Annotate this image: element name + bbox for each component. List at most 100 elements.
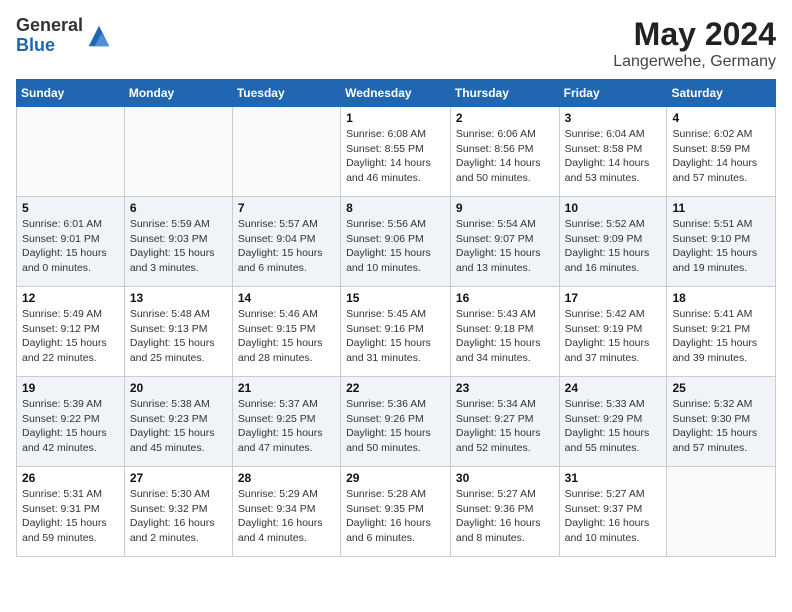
day-info: Sunrise: 5:46 AM Sunset: 9:15 PM Dayligh… bbox=[238, 307, 335, 366]
day-info: Sunrise: 6:02 AM Sunset: 8:59 PM Dayligh… bbox=[672, 127, 770, 186]
calendar-cell: 9Sunrise: 5:54 AM Sunset: 9:07 PM Daylig… bbox=[450, 197, 559, 287]
day-info: Sunrise: 6:08 AM Sunset: 8:55 PM Dayligh… bbox=[346, 127, 445, 186]
calendar-cell: 1Sunrise: 6:08 AM Sunset: 8:55 PM Daylig… bbox=[341, 107, 451, 197]
calendar-cell: 2 Sunrise: 6:06 AM Sunset: 8:56 PM Daylig… bbox=[450, 107, 559, 197]
day-number: 20 bbox=[130, 381, 227, 395]
day-info: Sunrise: 5:37 AM Sunset: 9:25 PM Dayligh… bbox=[238, 397, 335, 456]
calendar-week-row: 12Sunrise: 5:49 AM Sunset: 9:12 PM Dayli… bbox=[17, 287, 776, 377]
calendar-cell: 19 Sunrise: 5:39 AM Sunset: 9:22 PM Dayli… bbox=[17, 377, 125, 467]
calendar-cell: 18 Sunrise: 5:41 AM Sunset: 9:21 PM Dayli… bbox=[667, 287, 776, 377]
calendar-cell: 23 Sunrise: 5:34 AM Sunset: 9:27 PM Dayli… bbox=[450, 377, 559, 467]
month-title: May 2024 bbox=[613, 16, 776, 53]
day-number: 28 bbox=[238, 471, 335, 485]
day-info: Sunrise: 6:06 AM Sunset: 8:56 PM Dayligh… bbox=[456, 127, 554, 186]
calendar-cell: 29 Sunrise: 5:28 AM Sunset: 9:35 PM Dayli… bbox=[341, 467, 451, 557]
page-header: General Blue May 2024 Langerwehe, German… bbox=[16, 16, 776, 71]
day-number: 19 bbox=[22, 381, 119, 395]
day-info: Sunrise: 5:49 AM Sunset: 9:12 PM Dayligh… bbox=[22, 307, 119, 366]
calendar-cell: 25 Sunrise: 5:32 AM Sunset: 9:30 PM Dayli… bbox=[667, 377, 776, 467]
calendar-header: SundayMondayTuesdayWednesdayThursdayFrid… bbox=[17, 80, 776, 107]
day-number: 10 bbox=[565, 201, 662, 215]
day-info: Sunrise: 5:39 AM Sunset: 9:22 PM Dayligh… bbox=[22, 397, 119, 456]
calendar-cell: 27 Sunrise: 5:30 AM Sunset: 9:32 PM Dayli… bbox=[124, 467, 232, 557]
calendar-cell: 12Sunrise: 5:49 AM Sunset: 9:12 PM Dayli… bbox=[17, 287, 125, 377]
day-number: 11 bbox=[672, 201, 770, 215]
day-number: 29 bbox=[346, 471, 445, 485]
calendar-table: SundayMondayTuesdayWednesdayThursdayFrid… bbox=[16, 79, 776, 557]
day-number: 31 bbox=[565, 471, 662, 485]
day-info: Sunrise: 5:31 AM Sunset: 9:31 PM Dayligh… bbox=[22, 487, 119, 546]
calendar-cell: 14Sunrise: 5:46 AM Sunset: 9:15 PM Dayli… bbox=[232, 287, 340, 377]
calendar-cell: 5 Sunrise: 6:01 AM Sunset: 9:01 PM Daylig… bbox=[17, 197, 125, 287]
day-info: Sunrise: 5:29 AM Sunset: 9:34 PM Dayligh… bbox=[238, 487, 335, 546]
day-info: Sunrise: 5:34 AM Sunset: 9:27 PM Dayligh… bbox=[456, 397, 554, 456]
weekday-thursday: Thursday bbox=[450, 80, 559, 107]
day-info: Sunrise: 5:27 AM Sunset: 9:36 PM Dayligh… bbox=[456, 487, 554, 546]
calendar-week-row: 26Sunrise: 5:31 AM Sunset: 9:31 PM Dayli… bbox=[17, 467, 776, 557]
calendar-cell: 17 Sunrise: 5:42 AM Sunset: 9:19 PM Dayli… bbox=[559, 287, 667, 377]
calendar-cell: 3 Sunrise: 6:04 AM Sunset: 8:58 PM Daylig… bbox=[559, 107, 667, 197]
calendar-cell: 6Sunrise: 5:59 AM Sunset: 9:03 PM Daylig… bbox=[124, 197, 232, 287]
day-number: 23 bbox=[456, 381, 554, 395]
weekday-header-row: SundayMondayTuesdayWednesdayThursdayFrid… bbox=[17, 80, 776, 107]
day-number: 3 bbox=[565, 111, 662, 125]
day-number: 18 bbox=[672, 291, 770, 305]
day-info: Sunrise: 6:01 AM Sunset: 9:01 PM Dayligh… bbox=[22, 217, 119, 276]
day-info: Sunrise: 5:28 AM Sunset: 9:35 PM Dayligh… bbox=[346, 487, 445, 546]
day-number: 5 bbox=[22, 201, 119, 215]
weekday-friday: Friday bbox=[559, 80, 667, 107]
day-info: Sunrise: 5:32 AM Sunset: 9:30 PM Dayligh… bbox=[672, 397, 770, 456]
calendar-cell: 24Sunrise: 5:33 AM Sunset: 9:29 PM Dayli… bbox=[559, 377, 667, 467]
day-number: 27 bbox=[130, 471, 227, 485]
day-info: Sunrise: 5:27 AM Sunset: 9:37 PM Dayligh… bbox=[565, 487, 662, 546]
day-number: 8 bbox=[346, 201, 445, 215]
day-info: Sunrise: 5:38 AM Sunset: 9:23 PM Dayligh… bbox=[130, 397, 227, 456]
calendar-week-row: 5 Sunrise: 6:01 AM Sunset: 9:01 PM Daylig… bbox=[17, 197, 776, 287]
day-info: Sunrise: 5:41 AM Sunset: 9:21 PM Dayligh… bbox=[672, 307, 770, 366]
logo-icon bbox=[85, 22, 113, 50]
title-block: May 2024 Langerwehe, Germany bbox=[613, 16, 776, 71]
calendar-cell bbox=[667, 467, 776, 557]
day-number: 2 bbox=[456, 111, 554, 125]
calendar-week-row: 1Sunrise: 6:08 AM Sunset: 8:55 PM Daylig… bbox=[17, 107, 776, 197]
calendar-cell: 10 Sunrise: 5:52 AM Sunset: 9:09 PM Dayli… bbox=[559, 197, 667, 287]
weekday-wednesday: Wednesday bbox=[341, 80, 451, 107]
calendar-cell bbox=[232, 107, 340, 197]
calendar-cell: 16Sunrise: 5:43 AM Sunset: 9:18 PM Dayli… bbox=[450, 287, 559, 377]
day-info: Sunrise: 5:45 AM Sunset: 9:16 PM Dayligh… bbox=[346, 307, 445, 366]
calendar-body: 1Sunrise: 6:08 AM Sunset: 8:55 PM Daylig… bbox=[17, 107, 776, 557]
day-info: Sunrise: 6:04 AM Sunset: 8:58 PM Dayligh… bbox=[565, 127, 662, 186]
day-number: 4 bbox=[672, 111, 770, 125]
day-number: 21 bbox=[238, 381, 335, 395]
calendar-cell: 22Sunrise: 5:36 AM Sunset: 9:26 PM Dayli… bbox=[341, 377, 451, 467]
day-info: Sunrise: 5:56 AM Sunset: 9:06 PM Dayligh… bbox=[346, 217, 445, 276]
calendar-cell: 20 Sunrise: 5:38 AM Sunset: 9:23 PM Dayli… bbox=[124, 377, 232, 467]
logo-blue: Blue bbox=[16, 36, 83, 56]
day-number: 16 bbox=[456, 291, 554, 305]
calendar-cell: 28 Sunrise: 5:29 AM Sunset: 9:34 PM Dayli… bbox=[232, 467, 340, 557]
weekday-saturday: Saturday bbox=[667, 80, 776, 107]
calendar-week-row: 19 Sunrise: 5:39 AM Sunset: 9:22 PM Dayli… bbox=[17, 377, 776, 467]
day-info: Sunrise: 5:54 AM Sunset: 9:07 PM Dayligh… bbox=[456, 217, 554, 276]
day-info: Sunrise: 5:48 AM Sunset: 9:13 PM Dayligh… bbox=[130, 307, 227, 366]
day-number: 15 bbox=[346, 291, 445, 305]
weekday-monday: Monday bbox=[124, 80, 232, 107]
logo: General Blue bbox=[16, 16, 113, 56]
calendar-cell: 26Sunrise: 5:31 AM Sunset: 9:31 PM Dayli… bbox=[17, 467, 125, 557]
day-number: 6 bbox=[130, 201, 227, 215]
calendar-cell: 11 Sunrise: 5:51 AM Sunset: 9:10 PM Dayli… bbox=[667, 197, 776, 287]
logo-general: General bbox=[16, 16, 83, 36]
weekday-tuesday: Tuesday bbox=[232, 80, 340, 107]
calendar-cell: 13Sunrise: 5:48 AM Sunset: 9:13 PM Dayli… bbox=[124, 287, 232, 377]
day-info: Sunrise: 5:30 AM Sunset: 9:32 PM Dayligh… bbox=[130, 487, 227, 546]
day-number: 25 bbox=[672, 381, 770, 395]
day-info: Sunrise: 5:42 AM Sunset: 9:19 PM Dayligh… bbox=[565, 307, 662, 366]
calendar-cell: 31 Sunrise: 5:27 AM Sunset: 9:37 PM Dayli… bbox=[559, 467, 667, 557]
day-info: Sunrise: 5:52 AM Sunset: 9:09 PM Dayligh… bbox=[565, 217, 662, 276]
day-number: 24 bbox=[565, 381, 662, 395]
location-title: Langerwehe, Germany bbox=[613, 53, 776, 71]
day-info: Sunrise: 5:51 AM Sunset: 9:10 PM Dayligh… bbox=[672, 217, 770, 276]
day-number: 17 bbox=[565, 291, 662, 305]
weekday-sunday: Sunday bbox=[17, 80, 125, 107]
calendar-cell: 15 Sunrise: 5:45 AM Sunset: 9:16 PM Dayli… bbox=[341, 287, 451, 377]
